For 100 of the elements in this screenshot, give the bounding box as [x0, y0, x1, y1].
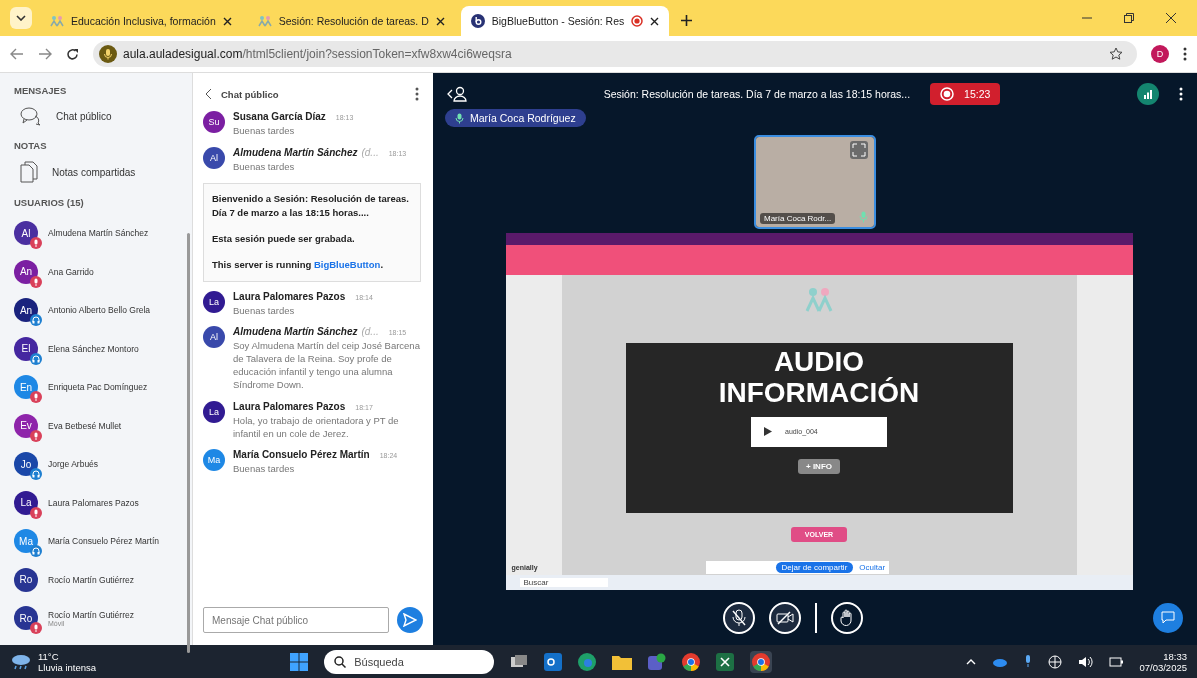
shared-search-box[interactable]: Buscar	[519, 578, 608, 587]
message-text: Hola, yo trabajo de orientadora y PT de infantil en un cole de Jerez.	[233, 414, 400, 441]
record-icon	[940, 87, 955, 101]
user-name[interactable]: María Consuelo Pérez Martín	[48, 536, 160, 547]
close-icon[interactable]	[222, 16, 232, 26]
cloud-icon[interactable]	[992, 656, 1009, 667]
user-name[interactable]: Rocío Martín Gutiérrez	[48, 609, 134, 620]
user-avatar: Al	[203, 326, 225, 349]
user-avatar: Al	[203, 146, 225, 169]
send-button[interactable]	[397, 607, 423, 633]
raise-hand-button[interactable]	[831, 601, 863, 634]
fullscreen-icon[interactable]	[850, 141, 868, 159]
user-name[interactable]: Antonio Alberto Bello Grela	[48, 305, 151, 316]
user-name[interactable]: Eva Betbesé Mullet	[48, 420, 122, 431]
windows-start-icon[interactable]	[290, 652, 309, 671]
send-icon	[403, 613, 417, 627]
task-view-icon[interactable]	[510, 653, 529, 670]
slide-title: INFORMACIÓN	[718, 377, 920, 409]
star-icon[interactable]	[1109, 47, 1123, 61]
address-bar[interactable]: aula.auladesigual.com/html5client/join?sessionToken=xfw8xw4ci6weqsra	[93, 41, 1137, 67]
user-name[interactable]: Laura Palomares Pazos	[48, 497, 139, 508]
folder-icon[interactable]	[612, 653, 633, 670]
user-name[interactable]: Rocío Martín Gutiérrez	[48, 574, 134, 585]
caret-icon	[16, 15, 26, 21]
browser-tab[interactable]: Sesión: Resolución de tareas. D	[247, 6, 455, 36]
rain-cloud-icon	[10, 652, 32, 671]
server-notice: This server is running BigBlueButton.	[212, 258, 385, 273]
people-logo-icon	[50, 15, 64, 27]
chrome-icon[interactable]	[682, 652, 701, 671]
headphones-icon	[30, 352, 42, 365]
headphones-icon	[30, 314, 42, 327]
public-chat-item[interactable]: Chat público	[20, 106, 192, 126]
tab-title: Sesión: Resolución de tareas. D	[278, 15, 429, 27]
user-avatar: La	[203, 400, 225, 423]
chat-icon	[1161, 611, 1175, 624]
user-name[interactable]: Elena Sánchez Montoro	[48, 343, 139, 354]
shared-notes-item[interactable]: Notas compartidas	[20, 161, 192, 183]
camera-button[interactable]	[769, 601, 801, 634]
user-name[interactable]: Almudena Martín Sánchez	[48, 228, 149, 239]
browser-tab[interactable]: BigBlueButton - Sesión: Res	[460, 6, 670, 36]
user-avatar: Al	[14, 221, 38, 246]
reload-icon[interactable]	[66, 47, 79, 61]
microphone-button[interactable]	[723, 601, 755, 634]
b-logo-icon	[470, 14, 485, 28]
profile-avatar[interactable]: D	[1151, 45, 1169, 63]
hide-link[interactable]: Ocultar	[859, 563, 886, 572]
user-avatar: An	[14, 298, 38, 323]
section-heading: MENSAJES	[14, 85, 68, 96]
browser-app-icon[interactable]	[578, 652, 597, 671]
user-avatar: En	[14, 375, 38, 400]
microphone-icon	[859, 211, 868, 223]
people-logo-icon	[257, 15, 272, 27]
microphone-icon	[30, 429, 42, 442]
forward-icon[interactable]	[38, 48, 52, 60]
tab-title: BigBlueButton - Sesión: Res	[491, 15, 625, 27]
sender-name: María Consuelo Pérez Martín	[233, 449, 370, 461]
chrome-icon[interactable]	[750, 650, 773, 673]
browser-tab[interactable]: Educación Inclusiva, formación	[40, 6, 242, 36]
recording-button[interactable]: 15:23	[930, 83, 1001, 105]
kebab-menu-icon[interactable]	[1179, 87, 1183, 101]
restore-icon[interactable]	[1123, 12, 1135, 24]
connection-status-icon[interactable]	[1137, 83, 1159, 105]
tab-title: Educación Inclusiva, formación	[71, 15, 216, 27]
microphone-icon[interactable]	[1024, 655, 1033, 668]
user-name[interactable]: Jorge Arbués	[48, 459, 99, 470]
user-name[interactable]: Enriqueta Pac Domínguez	[48, 382, 148, 393]
tab-search-button[interactable]	[10, 7, 32, 29]
taskbar-search-box[interactable]: Búsqueda	[324, 649, 495, 674]
message-text: Buenas tardes	[233, 125, 296, 138]
scrollbar[interactable]	[187, 233, 190, 653]
close-icon[interactable]	[1165, 12, 1177, 24]
message-input[interactable]: Mensaje Chat público	[203, 607, 389, 633]
user-list-toggle-icon[interactable]	[447, 86, 467, 102]
stop-sharing-button[interactable]: Dejar de compartir	[775, 562, 854, 573]
info-button[interactable]: + INFO	[798, 458, 840, 474]
sender-name: Laura Palomares Pazos	[233, 400, 346, 412]
microphone-icon	[99, 45, 117, 63]
network-icon[interactable]	[1048, 654, 1063, 669]
back-icon[interactable]	[10, 48, 24, 60]
kebab-menu-icon[interactable]	[415, 87, 419, 101]
microphone-icon	[455, 112, 464, 124]
back-chevron-icon[interactable]	[205, 88, 212, 100]
sender-suffix: (d...	[361, 146, 379, 158]
new-tab-icon[interactable]	[681, 15, 693, 26]
speaker-icon[interactable]	[1078, 655, 1094, 668]
close-icon[interactable]	[435, 16, 445, 26]
webcam-tile[interactable]: María Coca Rodr...	[754, 135, 876, 229]
chat-button[interactable]	[1153, 602, 1183, 633]
close-icon[interactable]	[650, 16, 660, 26]
slide-title: AUDIO	[773, 347, 865, 377]
teams-app-icon[interactable]	[648, 652, 667, 671]
spreadsheet-app-icon[interactable]	[716, 652, 735, 671]
battery-icon[interactable]	[1109, 656, 1124, 667]
kebab-menu-icon[interactable]	[1183, 47, 1187, 61]
user-name[interactable]: Ana Garrido	[48, 266, 94, 277]
sender-name: Almudena Martín Sánchez	[233, 146, 358, 158]
mail-app-icon[interactable]	[544, 652, 563, 671]
user-avatar: La	[14, 490, 38, 515]
talking-indicator[interactable]: María Coca Rodríguez	[445, 109, 586, 127]
chevron-up-icon[interactable]	[966, 658, 977, 665]
